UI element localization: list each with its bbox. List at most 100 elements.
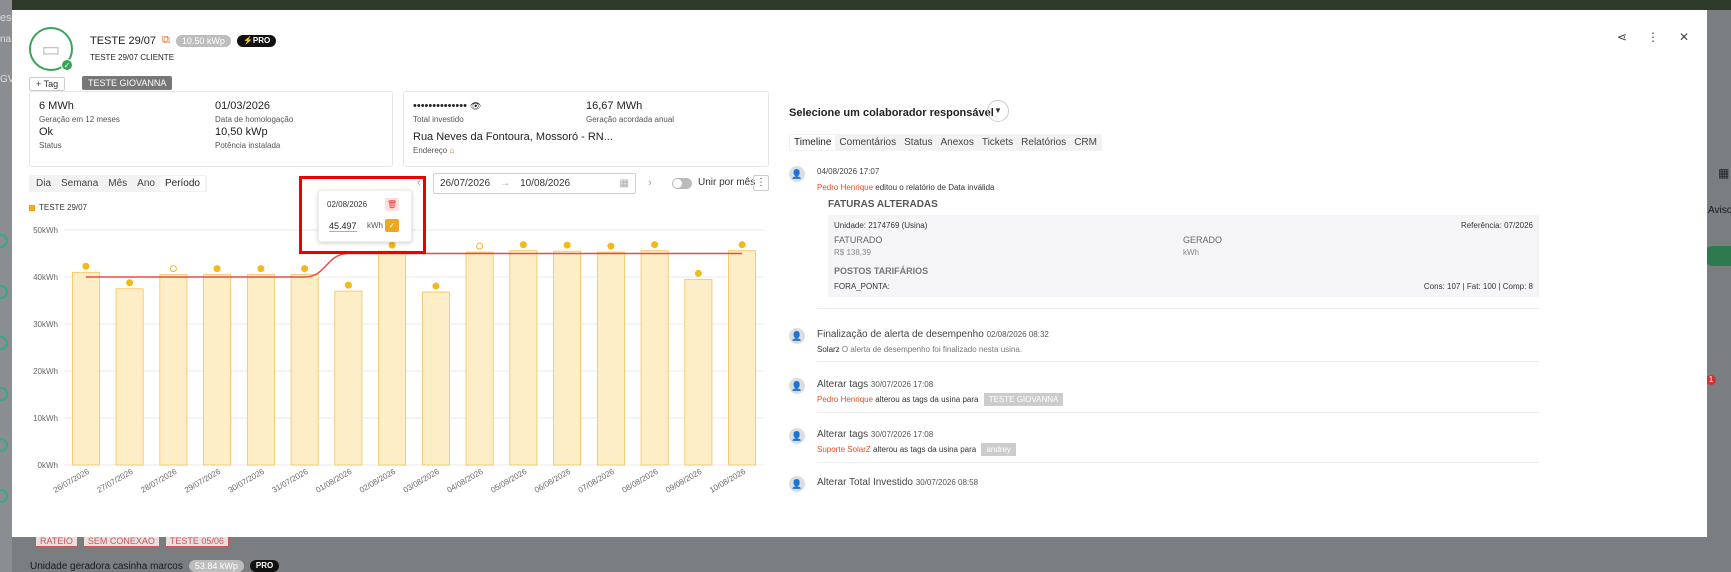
add-tag-button[interactable]: + Tag (29, 77, 66, 91)
tab-status[interactable]: Status (900, 135, 936, 150)
y-tick-label: 10kWh (33, 414, 58, 423)
tab-relatorios[interactable]: Relatórios (1017, 135, 1070, 150)
responsible-dropdown[interactable]: ▼ (987, 100, 1009, 122)
bar[interactable] (421, 291, 450, 466)
timeline-tabs: Timeline Comentários Status Anexos Ticke… (789, 134, 1102, 151)
total-invested: •••••••••••••• 👁 Total investido (413, 100, 481, 124)
bar[interactable] (728, 250, 757, 466)
bar[interactable] (465, 251, 494, 466)
total-invested-value: •••••••••••••• (413, 100, 467, 112)
merge-month-label: Unir por mês (698, 177, 756, 188)
next-period-icon[interactable]: › (648, 177, 652, 189)
bar[interactable] (115, 288, 144, 466)
event-user[interactable]: Suporte SolarZ (817, 445, 871, 454)
user-avatar-icon: 👤 (789, 476, 805, 492)
event-title: Alterar tags 30/07/2026 17:08 (817, 379, 933, 390)
invoice-changes-title: FATURAS ALTERADAS (828, 199, 938, 210)
sun-icon (607, 242, 615, 250)
x-tick-label: 07/08/2026 (577, 467, 617, 495)
sun-icon (301, 265, 309, 273)
bar[interactable] (509, 250, 538, 466)
bar[interactable] (246, 274, 275, 466)
tab-semana[interactable]: Semana (56, 176, 103, 191)
x-tick-label: 08/08/2026 (620, 467, 660, 495)
client-name: TESTE 29/07 CLIENTE (90, 53, 175, 62)
tag-pill: TESTE GIOVANNA (983, 393, 1064, 406)
invoice-unit: Unidade: 2174769 (Usina) (834, 221, 928, 230)
close-icon[interactable]: ✕ (1679, 30, 1689, 44)
plant-status-label: Status (39, 141, 62, 150)
tab-mes[interactable]: Mês (103, 176, 132, 191)
bg-chart-button[interactable] (1703, 246, 1731, 266)
bar[interactable] (334, 290, 363, 466)
event-body: Suporte SolarZ alterou as tags da usina … (817, 443, 1016, 456)
map-pin-icon[interactable]: ⌂ (449, 146, 454, 155)
x-tick-label: 05/08/2026 (489, 467, 529, 495)
tab-timeline[interactable]: Timeline (790, 135, 836, 150)
event-text: O alerta de desempenho foi finalizado ne… (841, 345, 1023, 354)
tab-dia[interactable]: Dia (31, 176, 56, 191)
date-range-picker[interactable]: 26/07/2026 → 10/08/2026 ▦ (433, 173, 636, 194)
y-tick-label: 0kWh (38, 461, 58, 470)
pro-label: PRO (252, 35, 271, 45)
bg-map-icon[interactable]: ▦ (1718, 166, 1729, 180)
homologation-date-value: 01/03/2026 (215, 100, 271, 112)
x-tick-label: 30/07/2026 (227, 467, 267, 495)
share-icon[interactable]: ⋖ (1617, 30, 1627, 44)
annual-generation: 16,67 MWh Geração acordada anual (586, 100, 674, 124)
timeline-fade (789, 530, 1539, 537)
user-avatar-icon: 👤 (789, 166, 805, 182)
tab-anexos[interactable]: Anexos (936, 135, 977, 150)
event-user[interactable]: Pedro Henrique (817, 395, 873, 404)
merge-month-toggle[interactable] (672, 178, 692, 189)
homologation-date-label: Data de homologação (215, 115, 294, 124)
plant-avatar: ▭ ✓ (29, 27, 73, 71)
calendar-icon[interactable]: ▦ (620, 178, 629, 189)
bg-fragment: Aviso (1708, 205, 1731, 216)
event-title-text: Finalização de alerta de desempenho (817, 329, 984, 340)
bar[interactable] (378, 250, 407, 466)
tab-ano[interactable]: Ano (132, 176, 160, 191)
bg-plant-name[interactable]: Unidade geradora casinha marcos (30, 561, 183, 572)
bar[interactable] (640, 250, 669, 466)
bar[interactable] (159, 274, 188, 466)
bar[interactable] (71, 271, 100, 466)
sun-icon (519, 241, 527, 249)
chart-options-button[interactable]: ⋮ (753, 175, 769, 191)
bar[interactable] (553, 250, 582, 466)
date-start[interactable]: 26/07/2026 (440, 178, 490, 189)
eye-icon[interactable]: 👁 (470, 101, 481, 111)
event-date: 30/07/2026 17:08 (870, 430, 934, 439)
arrow-right-icon: → (500, 178, 511, 189)
more-options-icon[interactable]: ⋮ (1647, 30, 1659, 44)
tab-comentarios[interactable]: Comentários (835, 135, 900, 150)
bar[interactable] (596, 251, 625, 466)
partly-cloudy-icon (169, 265, 177, 273)
bar[interactable] (290, 274, 319, 466)
x-tick-label: 03/08/2026 (402, 467, 442, 495)
date-end[interactable]: 10/08/2026 (520, 178, 570, 189)
annual-generation-label: Geração acordada anual (586, 115, 675, 124)
tab-crm[interactable]: CRM (1070, 135, 1101, 150)
installed-power: 10,50 kWp Potência instalada (215, 126, 280, 150)
event-user[interactable]: Pedro Henrique (817, 183, 873, 192)
event-title-text: Alterar tags (817, 379, 869, 390)
bar[interactable] (684, 278, 713, 466)
x-tick-label: 31/07/2026 (270, 467, 310, 495)
address: Rua Neves da Fontoura, Mossoró - RN... E… (413, 131, 613, 155)
event-title: Alterar Total Investido 30/07/2026 08:58 (817, 477, 978, 488)
external-link-icon[interactable]: ⧉ (162, 34, 170, 47)
bar[interactable] (203, 274, 232, 466)
tag-chip[interactable]: TESTE GIOVANNA (82, 76, 173, 90)
modal-actions: ⋖ ⋮ ✕ (1617, 30, 1689, 44)
generated-label: GERADO (1183, 235, 1223, 245)
billed-value: R$ 138,39 (834, 248, 871, 257)
y-tick-label: 20kWh (33, 367, 58, 376)
event-date: 30/07/2026 08:58 (915, 478, 979, 487)
x-tick-label: 26/07/2026 (52, 467, 92, 495)
plant-title-row: TESTE 29/07 ⧉ 10.50 kWp ⚡PRO (90, 34, 277, 47)
tab-tickets[interactable]: Tickets (978, 135, 1017, 150)
tab-periodo[interactable]: Período (159, 176, 205, 191)
background-header (0, 0, 1731, 10)
annual-generation-value: 16,67 MWh (586, 100, 643, 112)
